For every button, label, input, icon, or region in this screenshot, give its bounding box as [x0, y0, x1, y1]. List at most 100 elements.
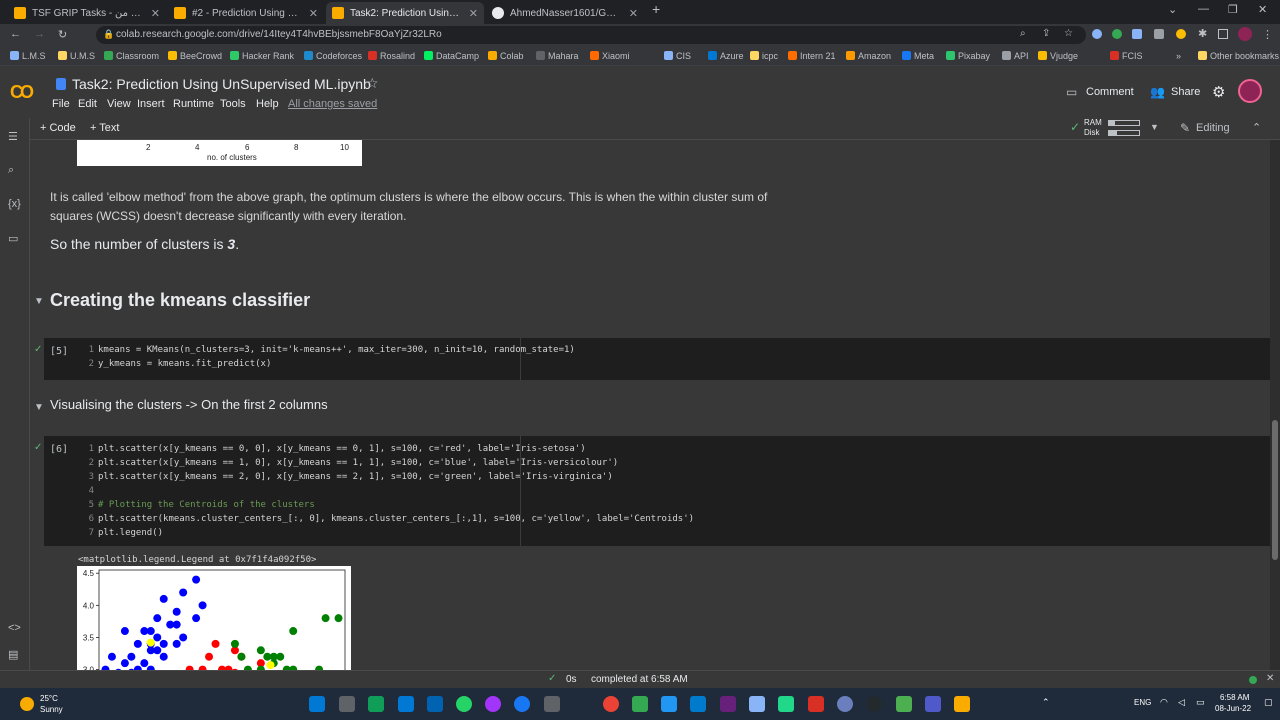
volume-icon[interactable]: ◁	[1178, 697, 1185, 708]
bookmark-item[interactable]: BeeCrowd	[168, 51, 222, 61]
menu-help[interactable]: Help	[256, 98, 279, 110]
bookmark-item[interactable]: Rosalind	[368, 51, 415, 61]
code-cell-6[interactable]: ✓ [6] 1 plt.scatter(x[y_kmeans == 0, 0], …	[34, 436, 1270, 546]
collapse-section-icon[interactable]: ▼	[34, 296, 44, 307]
notebook-title[interactable]: Task2: Prediction Using UnSupervised ML.…	[72, 76, 371, 92]
puzzle-icon[interactable]: ✱	[1198, 27, 1207, 40]
scrollbar-thumb[interactable]	[1272, 420, 1278, 560]
bookmark-item[interactable]: CIS	[664, 51, 691, 61]
code-line[interactable]: 1 plt.scatter(x[y_kmeans == 0, 0], x[y_km…	[84, 444, 586, 454]
menu-file[interactable]: File	[52, 98, 70, 110]
bookmark-item[interactable]: FCIS	[1110, 51, 1143, 61]
notes-icon[interactable]	[632, 696, 648, 712]
code-line[interactable]: 7 plt.legend()	[84, 528, 163, 538]
close-icon[interactable]: ✕	[629, 7, 638, 20]
sidebar-icon[interactable]	[1218, 29, 1228, 39]
execution-count[interactable]: [5]	[50, 346, 68, 357]
new-tab-button[interactable]: +	[652, 1, 660, 17]
star-icon[interactable]: ☆	[366, 75, 379, 92]
battery-icon[interactable]: ▭	[1196, 697, 1205, 708]
share-button[interactable]: Share	[1171, 86, 1200, 98]
forward-icon[interactable]: →	[34, 28, 45, 40]
close-icon[interactable]: ✕	[309, 7, 318, 20]
close-icon[interactable]: ✕	[151, 7, 160, 20]
browser-tab-4[interactable]: AhmedNasser1601/GRIP-Task2-S... ✕	[486, 2, 644, 24]
whatsapp-icon[interactable]	[456, 696, 472, 712]
collapse-header-icon[interactable]: ⌃	[1252, 121, 1261, 134]
avatar[interactable]	[1238, 79, 1262, 103]
extension-icon[interactable]	[1176, 29, 1186, 39]
code-line[interactable]: 2 plt.scatter(x[y_kmeans == 1, 0], x[y_km…	[84, 458, 619, 468]
bookmark-item[interactable]: Xiaomi	[590, 51, 630, 61]
menu-dots-icon[interactable]: ⋮	[1262, 28, 1273, 41]
terminal-icon[interactable]: ▤	[8, 648, 18, 661]
bookmark-item[interactable]: U.M.S	[58, 51, 95, 61]
code-line[interactable]: 3 plt.scatter(x[y_kmeans == 2, 0], x[y_km…	[84, 472, 613, 482]
language-indicator[interactable]: ENG	[1134, 698, 1151, 707]
bookmark-item[interactable]: Vjudge	[1038, 51, 1078, 61]
code-line[interactable]: 4	[84, 486, 98, 496]
execution-status[interactable]: completed at 6:58 AM	[591, 674, 688, 685]
weather-temp[interactable]: 25°C	[40, 694, 58, 703]
reload-icon[interactable]: ↻	[58, 28, 67, 41]
bookmarks-overflow-icon[interactable]: »	[1176, 51, 1181, 61]
visual-studio-icon[interactable]	[720, 696, 736, 712]
settings-gear-icon[interactable]: ⚙	[1212, 83, 1225, 101]
bookmark-item[interactable]: Intern 21	[788, 51, 836, 61]
app-icon[interactable]	[661, 696, 677, 712]
code-line[interactable]: 6 plt.scatter(kmeans.cluster_centers_[:, …	[84, 514, 694, 524]
add-code-button[interactable]: + Code	[40, 122, 76, 134]
collapse-section-icon[interactable]: ▼	[34, 402, 44, 413]
r-studio-icon[interactable]	[837, 696, 853, 712]
bookmark-item[interactable]: Classroom	[104, 51, 159, 61]
notification-icon[interactable]: ▢	[1264, 697, 1273, 708]
search-icon[interactable]: ⌕	[8, 164, 14, 177]
execution-count[interactable]: [6]	[50, 444, 68, 455]
menu-edit[interactable]: Edit	[78, 98, 97, 110]
mail-icon[interactable]	[398, 696, 414, 712]
code-snippets-icon[interactable]: <>	[8, 622, 21, 634]
disk-meter[interactable]	[1108, 130, 1140, 136]
facebook-icon[interactable]	[514, 696, 530, 712]
tray-overflow-icon[interactable]: ⌃	[1042, 697, 1050, 708]
browser-tab-2[interactable]: #2 - Prediction Using UnSupervi... ✕	[168, 2, 324, 24]
colab-logo[interactable]: CO	[10, 82, 34, 103]
app-icon[interactable]	[544, 696, 560, 712]
bookmark-item[interactable]: DataCamp	[424, 51, 479, 61]
variables-icon[interactable]: {x}	[8, 198, 21, 210]
extension-icon[interactable]	[1154, 29, 1164, 39]
bookmark-item[interactable]: Colab	[488, 51, 524, 61]
extension-icon[interactable]	[1092, 29, 1102, 39]
close-window-icon[interactable]: ✕	[1258, 3, 1267, 16]
bookmark-item[interactable]: Amazon	[846, 51, 891, 61]
bookmark-item[interactable]: Codeforces	[304, 51, 362, 61]
bookmark-item[interactable]: Mahara	[536, 51, 579, 61]
menu-view[interactable]: View	[107, 98, 131, 110]
back-icon[interactable]: ←	[10, 28, 21, 40]
notebook-scrollbar[interactable]	[1270, 140, 1280, 670]
bookmark-item[interactable]: L.M.S	[10, 51, 46, 61]
close-status-icon[interactable]: ✕	[1266, 673, 1274, 684]
extension-icon[interactable]	[1112, 29, 1122, 39]
other-bookmarks[interactable]: Other bookmarks	[1198, 51, 1279, 61]
bookmark-item[interactable]: icpc	[750, 51, 778, 61]
store-icon[interactable]	[427, 696, 443, 712]
app-icon[interactable]	[808, 696, 824, 712]
clock-date[interactable]: 08-Jun-22	[1215, 704, 1251, 713]
browser-tab-1[interactable]: TSF GRIP Tasks - عروض التقديمية من ✕	[8, 2, 166, 24]
bookmark-item[interactable]: Hacker Rank	[230, 51, 294, 61]
menu-tools[interactable]: Tools	[220, 98, 246, 110]
code-line[interactable]: 1 kmeans = KMeans(n_clusters=3, init='k-m…	[84, 345, 575, 355]
files-folder-icon[interactable]: ▭	[8, 232, 18, 245]
ram-meter[interactable]	[1108, 120, 1140, 126]
zoom-icon[interactable]: ⌕	[1020, 28, 1026, 39]
messenger-icon[interactable]	[485, 696, 501, 712]
add-text-button[interactable]: + Text	[90, 122, 119, 134]
table-of-contents-icon[interactable]: ☰	[8, 130, 18, 143]
teams-icon[interactable]	[925, 696, 941, 712]
app-icon[interactable]	[749, 696, 765, 712]
runtime-dropdown-icon[interactable]: ▼	[1150, 122, 1159, 132]
file-explorer-icon[interactable]	[954, 696, 970, 712]
menu-runtime[interactable]: Runtime	[173, 98, 214, 110]
editing-mode-button[interactable]: Editing	[1196, 122, 1230, 134]
